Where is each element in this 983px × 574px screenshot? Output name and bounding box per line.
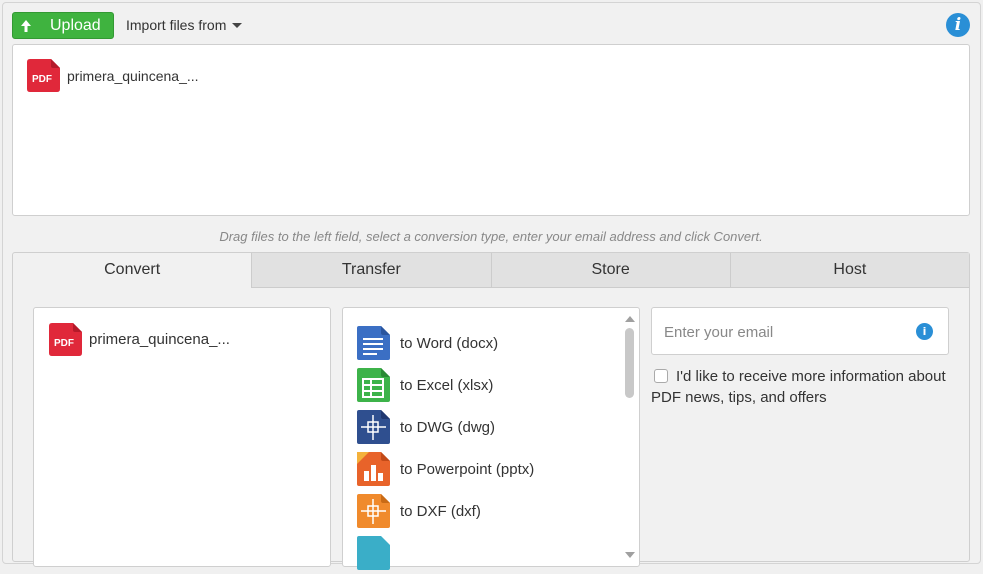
pdf-badge: PDF	[54, 338, 74, 349]
tab-store[interactable]: Store	[490, 253, 730, 288]
tab-convert[interactable]: Convert	[13, 253, 252, 288]
conversion-label: to Word (docx)	[400, 334, 499, 352]
conversion-label: to Excel (xlsx)	[400, 376, 494, 394]
upload-button[interactable]: Upload	[12, 12, 114, 39]
scroll-down-arrow-icon[interactable]	[625, 552, 635, 558]
conversion-option-dxf[interactable]: to DXF (dxf)	[357, 490, 534, 532]
conversion-label: to DWG (dwg)	[400, 418, 496, 436]
excel-sheet-icon	[357, 368, 390, 402]
tab-transfer[interactable]: Transfer	[251, 253, 491, 288]
word-doc-icon	[357, 326, 390, 360]
email-input[interactable]	[662, 321, 906, 343]
newsletter-optin: I'd like to receive more information abo…	[651, 366, 951, 408]
conversion-option-word[interactable]: to Word (docx)	[357, 322, 534, 364]
pdf-badge: PDF	[32, 74, 52, 85]
conversion-option-excel[interactable]: to Excel (xlsx)	[357, 364, 534, 406]
pdf-file-icon: PDF	[27, 59, 60, 92]
import-files-dropdown[interactable]: Import files from	[126, 17, 243, 33]
email-field-wrapper: i	[651, 307, 949, 355]
info-icon[interactable]: i	[946, 13, 970, 37]
info-icon[interactable]: i	[916, 323, 933, 340]
selected-file[interactable]: PDF primera_quincena_...	[49, 323, 230, 356]
instructions-hint: Drag files to the left field, select a c…	[219, 229, 763, 244]
conversion-label: to Powerpoint (pptx)	[400, 460, 535, 478]
file-icon	[357, 536, 390, 570]
file-drop-zone[interactable]: PDF primera_quincena_...	[12, 44, 970, 216]
import-label: Import files from	[126, 17, 227, 33]
newsletter-optin-label: I'd like to receive more information abo…	[651, 368, 946, 406]
conversion-option-dwg[interactable]: to DWG (dwg)	[357, 406, 534, 448]
scrollbar-thumb[interactable]	[625, 328, 634, 398]
uploaded-file[interactable]: PDF primera_quincena_...	[27, 59, 199, 92]
upload-arrow-icon	[21, 19, 31, 32]
selected-files-list: PDF primera_quincena_...	[33, 307, 331, 567]
scrollbar[interactable]	[621, 308, 639, 566]
upload-label: Upload	[50, 16, 101, 34]
conversion-option-next[interactable]	[357, 532, 534, 574]
conversion-type-list: to Word (docx) to Excel (xlsx) to DWG (d…	[342, 307, 640, 570]
tab-host[interactable]: Host	[729, 253, 969, 288]
powerpoint-icon	[357, 452, 390, 486]
file-name: primera_quincena_...	[89, 331, 230, 348]
newsletter-checkbox[interactable]	[654, 369, 668, 383]
conversion-option-powerpoint[interactable]: to Powerpoint (pptx)	[357, 448, 534, 490]
dwg-drawing-icon	[357, 410, 390, 444]
scroll-up-arrow-icon[interactable]	[625, 316, 635, 322]
pdf-file-icon: PDF	[49, 323, 82, 356]
file-name: primera_quincena_...	[67, 67, 199, 84]
dxf-drawing-icon	[357, 494, 390, 528]
conversion-label: to DXF (dxf)	[400, 502, 481, 520]
chevron-down-icon	[232, 22, 243, 28]
tab-bar: Convert Transfer Store Host	[13, 253, 969, 288]
